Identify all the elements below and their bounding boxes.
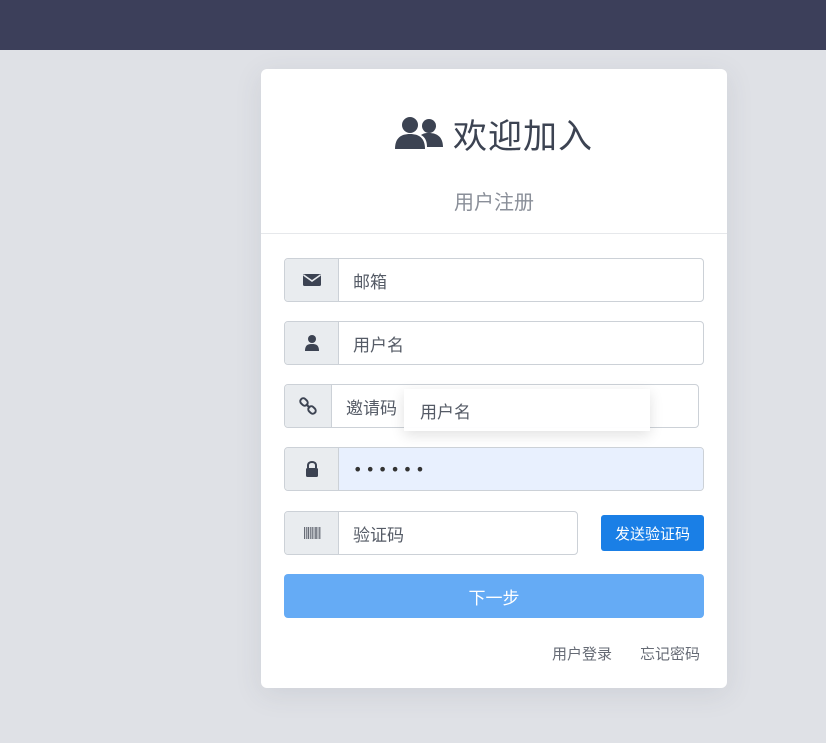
password-field[interactable]: ••••••: [284, 447, 704, 491]
title-text: 欢迎加入: [453, 116, 593, 157]
username-input-text[interactable]: 用户名: [339, 322, 703, 364]
send-code-button[interactable]: 发送验证码: [601, 515, 704, 551]
verify-code-field[interactable]: 验证码: [284, 511, 578, 555]
verify-addon: [285, 512, 339, 554]
link-icon: [299, 397, 317, 415]
page-title: 欢迎加入: [261, 107, 727, 159]
username-field[interactable]: 用户名: [284, 321, 704, 365]
password-addon: [285, 448, 339, 490]
subtitle: 用户注册: [454, 190, 534, 214]
top-nav-bar: [0, 0, 826, 50]
email-field[interactable]: 邮箱: [284, 258, 704, 302]
login-link[interactable]: 用户登录: [552, 643, 612, 664]
barcode-icon: [303, 527, 320, 539]
lock-icon: [305, 460, 318, 477]
user-icon: [304, 335, 319, 351]
envelope-icon: [302, 274, 321, 286]
card-header: 欢迎加入 用户注册: [261, 69, 727, 234]
password-input-value[interactable]: ••••••: [339, 448, 703, 490]
email-input-text[interactable]: 邮箱: [339, 259, 703, 301]
username-addon: [285, 322, 339, 364]
forgot-password-link[interactable]: 忘记密码: [640, 643, 700, 664]
next-step-button[interactable]: 下一步: [284, 574, 704, 618]
verify-code-input-text[interactable]: 验证码: [339, 512, 577, 554]
email-addon: [285, 259, 339, 301]
invite-addon: [285, 385, 332, 427]
autocomplete-suggestion[interactable]: 用户名: [404, 389, 650, 431]
users-icon: [395, 117, 443, 149]
